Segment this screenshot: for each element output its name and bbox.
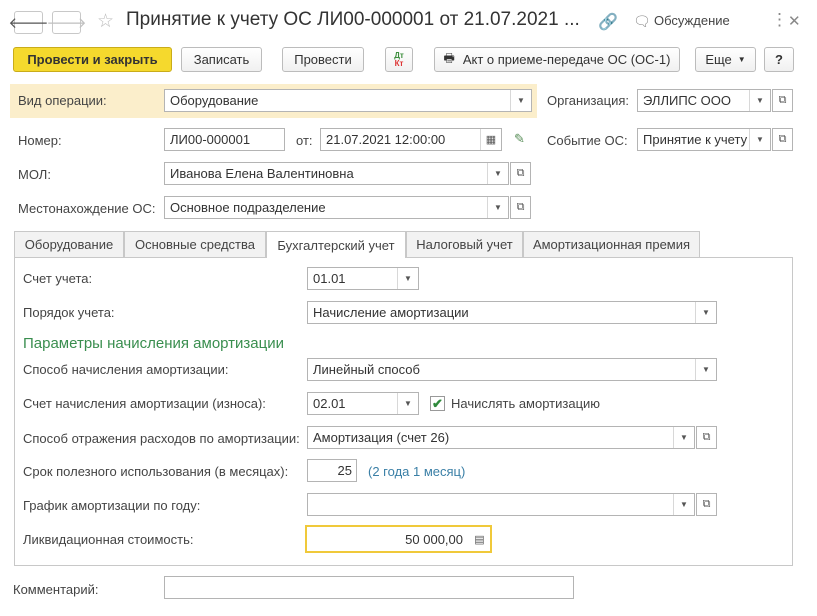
chevron-down-icon[interactable]: ▼ (487, 163, 508, 184)
tab-tax-accounting[interactable]: Налоговый учет (406, 231, 523, 257)
comment-edit-icon[interactable]: ✎ (514, 131, 525, 147)
schedule-select[interactable]: ▼ (307, 493, 695, 516)
close-icon[interactable]: ✕ (788, 12, 801, 30)
post-button[interactable]: Провести (282, 47, 364, 72)
open-expense-button[interactable]: ⧉ (696, 426, 717, 449)
help-button[interactable]: ? (764, 47, 794, 72)
number-input[interactable]: ЛИ00-000001 (164, 128, 285, 151)
comment-label: Комментарий: (13, 582, 99, 597)
save-button[interactable]: Записать (181, 47, 262, 72)
accrue-depreciation-checkbox[interactable]: ✔ (430, 396, 445, 411)
page-title: Принятие к учету ОС ЛИ00-000001 от 21.07… (126, 9, 580, 30)
discussion-icon[interactable]: 🗨 (633, 13, 651, 30)
liquidation-input[interactable]: 50 000,00 ▤ (305, 525, 492, 553)
more-icon[interactable]: ⋮ (771, 10, 788, 30)
depreciation-section-title: Параметры начисления амортизации (23, 335, 284, 352)
chevron-down-icon[interactable]: ▼ (487, 197, 508, 218)
open-window-icon: ⧉ (516, 201, 525, 213)
method-label: Способ начисления амортизации: (23, 362, 229, 377)
expense-select[interactable]: Амортизация (счет 26) ▼ (307, 426, 695, 449)
liquidation-label: Ликвидационная стоимость: (23, 532, 194, 547)
organization-select[interactable]: ЭЛЛИПС ООО ▼ (637, 89, 771, 112)
open-schedule-button[interactable]: ⧉ (696, 493, 717, 516)
link-icon[interactable]: 🔗 (598, 12, 618, 32)
tab-equipment[interactable]: Оборудование (14, 231, 124, 257)
useful-life-label: Срок полезного использования (в месяцах)… (23, 464, 289, 479)
open-mol-button[interactable]: ⧉ (510, 162, 531, 185)
expense-label: Способ отражения расходов по амортизации… (23, 431, 300, 446)
useful-life-hint: (2 года 1 месяц) (368, 464, 466, 479)
mol-label: МОЛ: (18, 167, 51, 182)
dt-kt-icon: Дт Кт (394, 50, 404, 68)
schedule-label: График амортизации по году: (23, 498, 201, 513)
forward-button[interactable]: 🡒 (46, 11, 87, 34)
star-icon[interactable]: ☆ (97, 10, 114, 33)
number-label: Номер: (18, 133, 62, 148)
comment-input[interactable] (164, 576, 574, 599)
open-window-icon: ⧉ (778, 133, 787, 145)
account-label: Счет учета: (23, 271, 93, 286)
chevron-down-icon[interactable]: ▼ (749, 90, 770, 111)
method-select[interactable]: Линейный способ ▼ (307, 358, 717, 381)
act-print-button[interactable]: 🖶 Акт о приеме-передаче ОС (ОС-1) (434, 47, 680, 72)
location-select[interactable]: Основное подразделение ▼ (164, 196, 509, 219)
tab-depreciation-bonus[interactable]: Амортизационная премия (523, 231, 700, 257)
chevron-down-icon[interactable]: ▼ (695, 302, 716, 323)
more-button[interactable]: Еще ▼ (695, 47, 756, 72)
date-label: от: (296, 133, 313, 148)
open-window-icon: ⧉ (702, 498, 711, 510)
chevron-down-icon[interactable]: ▼ (397, 268, 418, 289)
chevron-down-icon[interactable]: ▼ (397, 393, 418, 414)
account-select[interactable]: 01.01 ▼ (307, 267, 419, 290)
arrow-right-icon: 🡒 (46, 15, 87, 32)
open-window-icon: ⧉ (702, 431, 711, 443)
event-select[interactable]: Принятие к учету ▼ (637, 128, 771, 151)
post-and-close-button[interactable]: Провести и закрыть (13, 47, 172, 72)
operation-select[interactable]: Оборудование ▼ (164, 89, 532, 112)
arrow-left-icon: 🡐 (8, 15, 49, 32)
chevron-down-icon: ▼ (737, 55, 746, 64)
open-event-button[interactable]: ⧉ (772, 128, 793, 151)
chevron-down-icon[interactable]: ▼ (695, 359, 716, 380)
calendar-icon[interactable]: ▦ (480, 129, 501, 150)
order-select[interactable]: Начисление амортизации ▼ (307, 301, 717, 324)
tab-accounting[interactable]: Бухгалтерский учет (266, 231, 406, 258)
dt-kt-button[interactable]: Дт Кт (385, 47, 413, 72)
location-label: Местонахождение ОС: (18, 201, 156, 216)
discussion-link[interactable]: Обсуждение (654, 13, 730, 28)
depr-account-label: Счет начисления амортизации (износа): (23, 396, 266, 411)
mol-select[interactable]: Иванова Елена Валентиновна ▼ (164, 162, 509, 185)
operation-label: Вид операции: (18, 93, 107, 108)
date-input[interactable]: 21.07.2021 12:00:00 ▦ (320, 128, 502, 151)
event-label: Событие ОС: (547, 133, 628, 148)
tab-fixed-assets[interactable]: Основные средства (124, 231, 266, 257)
organization-label: Организация: (547, 93, 630, 108)
open-window-icon: ⧉ (778, 94, 787, 106)
chevron-down-icon[interactable]: ▼ (673, 427, 694, 448)
open-organization-button[interactable]: ⧉ (772, 89, 793, 112)
calculator-icon[interactable]: ▤ (469, 529, 490, 550)
order-label: Порядок учета: (23, 305, 115, 320)
chevron-down-icon[interactable]: ▼ (673, 494, 694, 515)
checkmark-icon: ✔ (432, 395, 443, 411)
open-window-icon: ⧉ (516, 167, 525, 179)
chevron-down-icon[interactable]: ▼ (510, 90, 531, 111)
accrue-depreciation-label[interactable]: Начислять амортизацию (451, 396, 600, 411)
back-button[interactable]: 🡐 (8, 11, 49, 34)
printer-icon: 🖶 (443, 51, 455, 65)
open-location-button[interactable]: ⧉ (510, 196, 531, 219)
useful-life-input[interactable]: 25 (307, 459, 357, 482)
chevron-down-icon[interactable]: ▼ (749, 129, 770, 150)
depr-account-select[interactable]: 02.01 ▼ (307, 392, 419, 415)
